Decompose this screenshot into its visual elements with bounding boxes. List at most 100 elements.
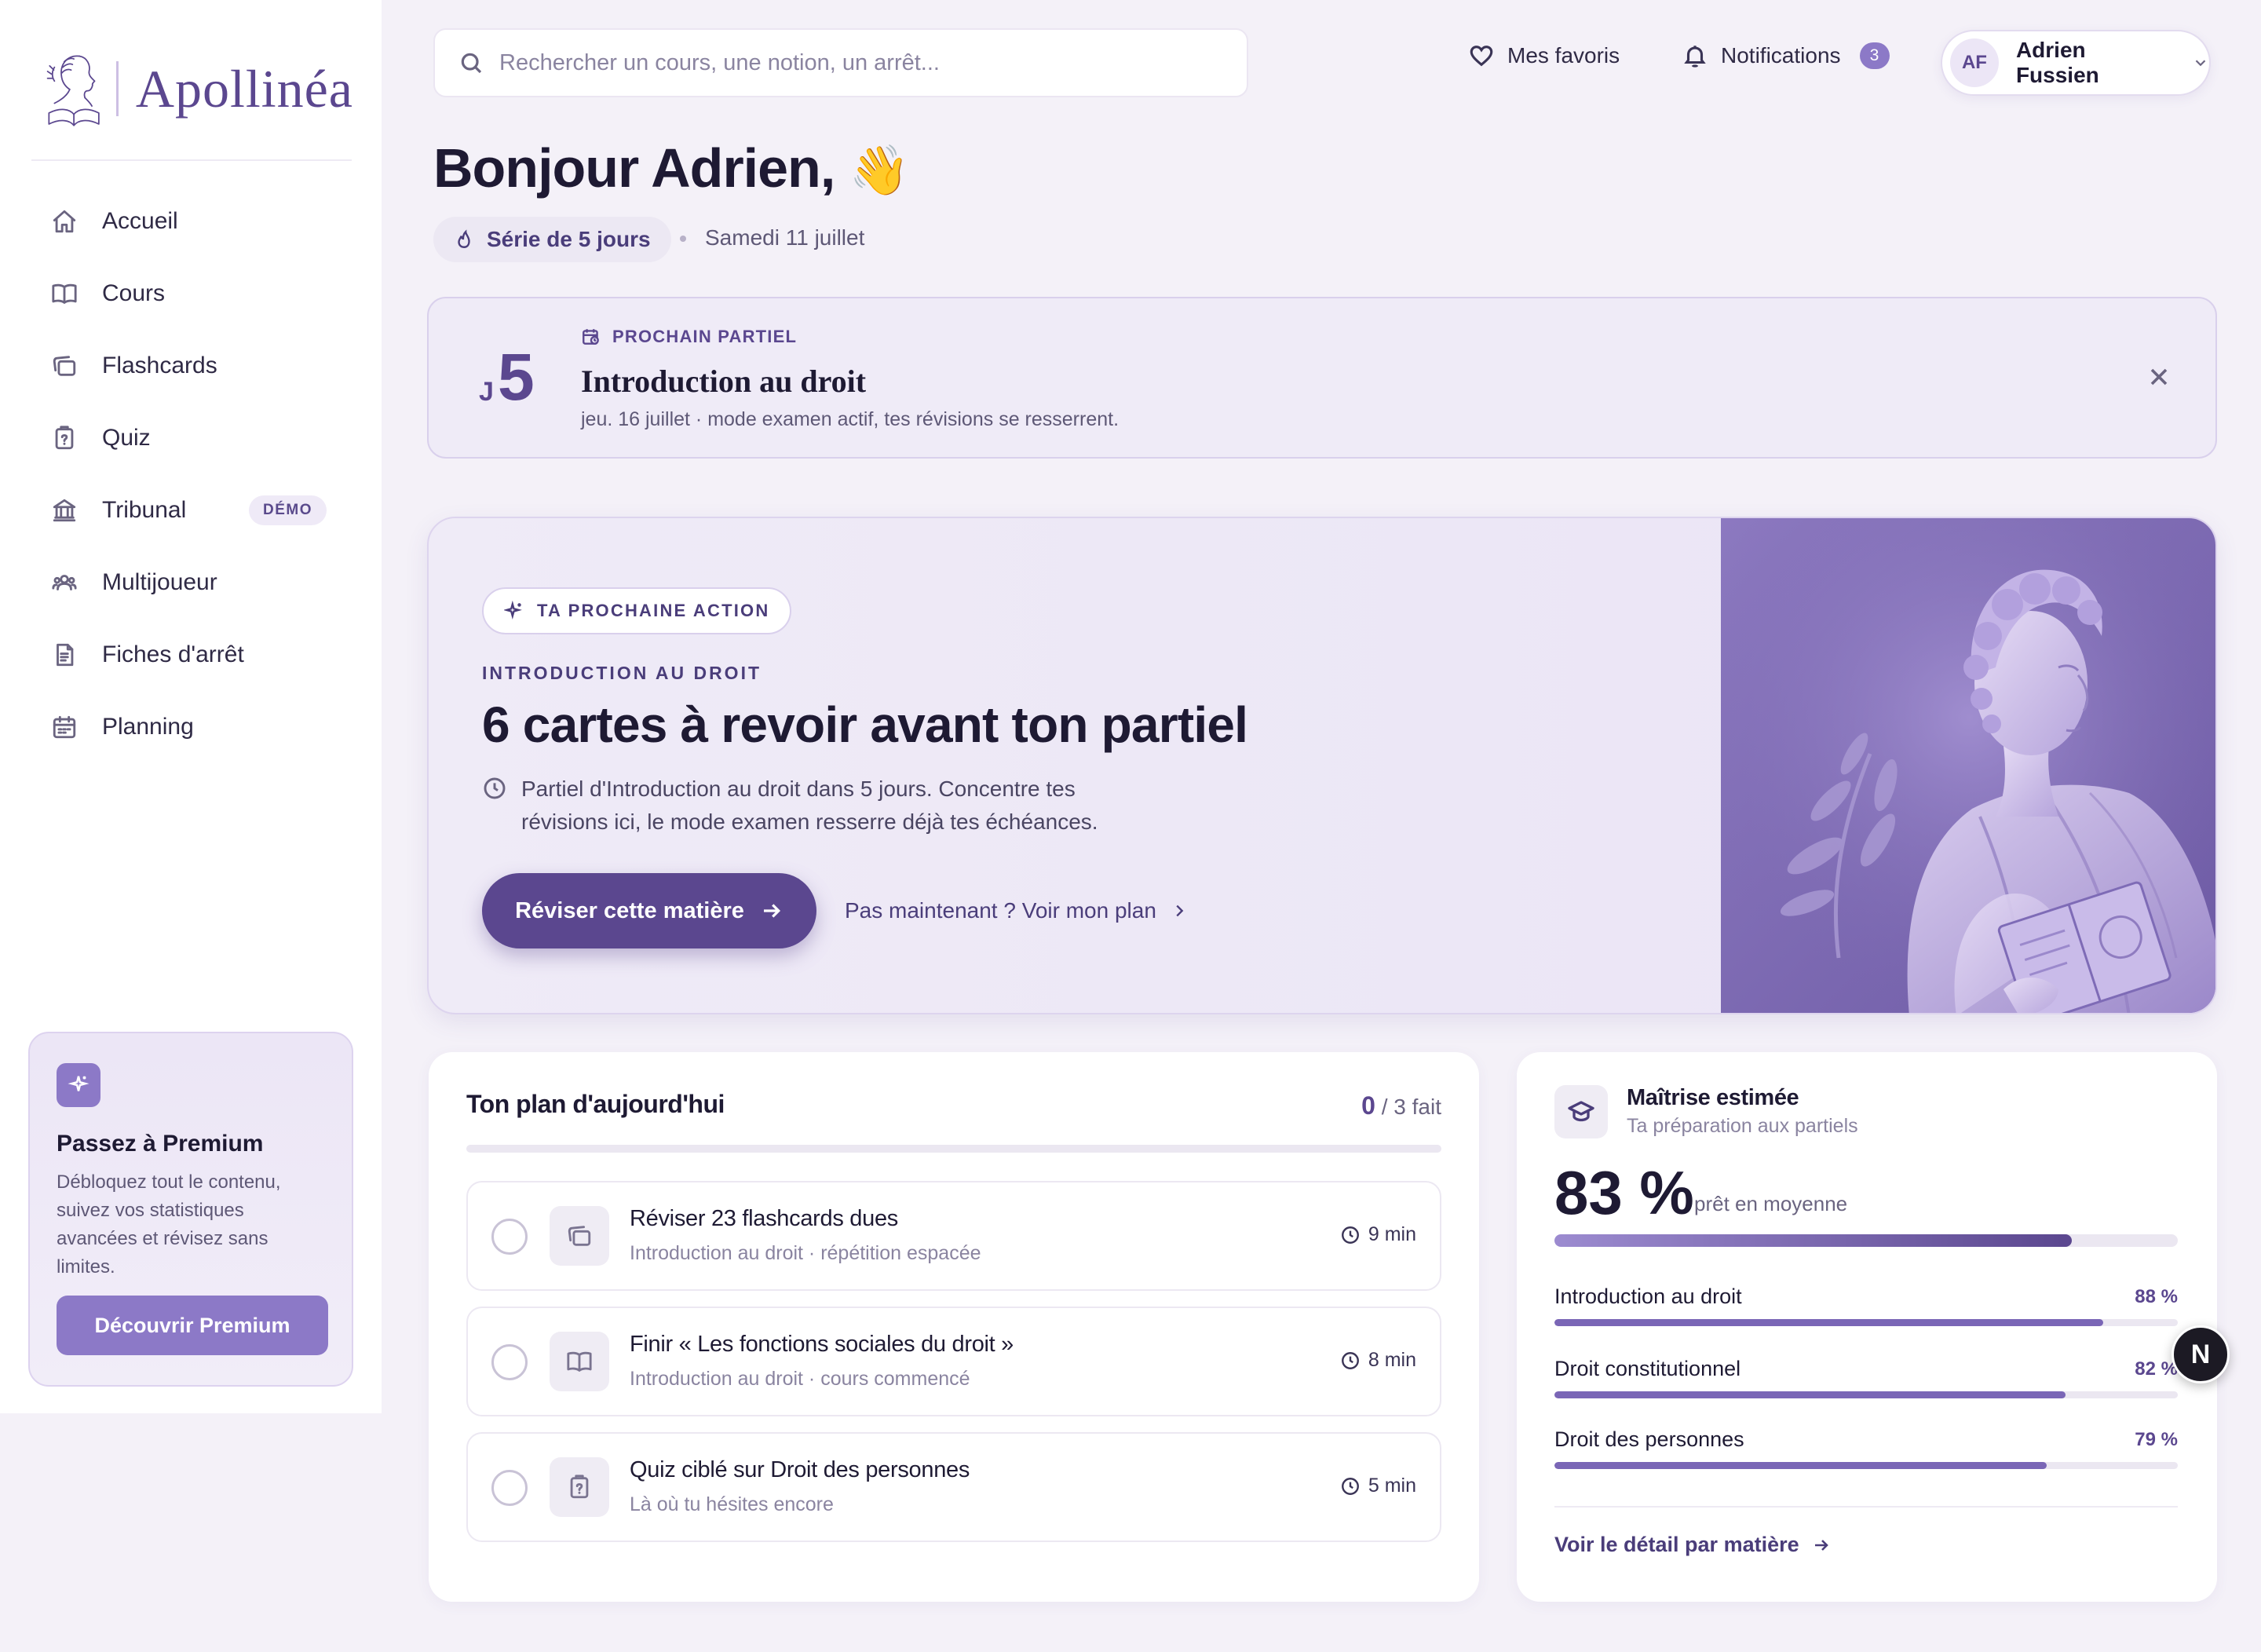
task-duration: 9 min (1340, 1223, 1416, 1246)
task-subtitle: Introduction au droit · cours commencé (630, 1368, 970, 1390)
search-bar[interactable] (433, 28, 1248, 97)
arrow-right-icon (763, 904, 780, 918)
sidebar: Apollinéa Accueil Cours Flashcards Quiz (0, 0, 382, 1413)
notifications-button[interactable]: Notifications 3 (1682, 42, 1890, 69)
close-button[interactable] (2145, 363, 2173, 391)
see-plan-label: Pas maintenant ? Voir mon plan (845, 898, 1156, 923)
subject-name: Introduction au droit (1554, 1285, 1742, 1308)
chevron-down-icon (2195, 60, 2206, 67)
subject-progress-bar (1554, 1391, 2178, 1398)
separator-dot (680, 236, 686, 242)
sidebar-item-quiz[interactable]: Quiz (31, 402, 352, 474)
brand-logo[interactable]: Apollinéa (39, 41, 353, 137)
sidebar-nav: Accueil Cours Flashcards Quiz Tribunal D… (31, 185, 352, 763)
search-input[interactable] (499, 49, 1206, 76)
see-plan-link[interactable]: Pas maintenant ? Voir mon plan (845, 898, 1188, 923)
sidebar-item-planning[interactable]: Planning (31, 691, 352, 763)
see-subject-details-link[interactable]: Voir le détail par matière (1554, 1533, 1831, 1557)
flashcards-icon (550, 1206, 609, 1266)
search-icon (461, 53, 482, 74)
task-checkbox[interactable] (491, 1219, 528, 1255)
subject-name: Droit constitutionnel (1554, 1357, 1741, 1380)
hero-title: 6 cartes à revoir avant ton partiel (482, 696, 1248, 753)
quiz-icon (550, 1457, 609, 1517)
sidebar-item-accueil[interactable]: Accueil (31, 185, 352, 258)
sidebar-item-label: Multijoueur (102, 569, 217, 595)
clock-icon (1341, 1226, 1359, 1244)
daily-plan-title: Ton plan d'aujourd'hui (466, 1090, 725, 1118)
subject-progress-fill (1554, 1462, 2047, 1469)
home-icon (50, 207, 79, 236)
user-menu[interactable]: AF Adrien Fussien (1941, 30, 2211, 96)
subject-name: Droit des personnes (1554, 1427, 1744, 1451)
plan-task[interactable]: Réviser 23 flashcards dues Introduction … (466, 1181, 1441, 1291)
chevron-right-icon (1176, 905, 1184, 917)
task-duration-label: 5 min (1368, 1475, 1416, 1497)
subject-mastery-row: Droit des personnes 79 % (1554, 1427, 2178, 1475)
task-title: Réviser 23 flashcards dues (630, 1206, 898, 1231)
demo-badge: DÉMO (249, 495, 327, 525)
sidebar-item-flashcards[interactable]: Flashcards (31, 330, 352, 402)
book-icon (50, 280, 79, 308)
task-duration: 8 min (1340, 1349, 1416, 1372)
task-checkbox[interactable] (491, 1344, 528, 1380)
exam-eyebrow: PROCHAIN PARTIEL (581, 327, 797, 347)
subject-progress-bar (1554, 1319, 2178, 1326)
user-name: Adrien Fussien (2015, 38, 2099, 87)
mastery-caption: prêt en moyenne (1694, 1192, 1848, 1215)
sidebar-item-label: Planning (102, 714, 194, 740)
task-title: Quiz ciblé sur Droit des personnes (630, 1457, 970, 1482)
graduation-cap-icon (1554, 1085, 1608, 1138)
mastery-subtitle: Ta préparation aux partiels (1627, 1115, 1858, 1137)
heart-icon (1470, 46, 1493, 67)
exam-eyebrow-label: PROCHAIN PARTIEL (612, 327, 798, 346)
plan-task[interactable]: Quiz ciblé sur Droit des personnes Là où… (466, 1432, 1441, 1542)
next-action-pill: TA PROCHAINE ACTION (482, 587, 792, 634)
task-checkbox[interactable] (491, 1470, 528, 1506)
apollo-logo-icon (46, 55, 100, 126)
book-icon (550, 1332, 609, 1391)
mastery-divider (1554, 1506, 2178, 1508)
daily-plan-counter: 0 / 3 fait (1361, 1091, 1441, 1120)
avatar: AF (1950, 38, 1999, 87)
calendar-clock-icon (583, 329, 599, 345)
sidebar-item-cours[interactable]: Cours (31, 258, 352, 330)
premium-description: Débloquez tout le contenu, suivez vos st… (57, 1171, 281, 1277)
sidebar-item-label: Flashcards (102, 353, 217, 378)
subject-progress-bar (1554, 1462, 2178, 1469)
sparkles-icon (57, 1063, 100, 1107)
sidebar-item-multijoueur[interactable]: Multijoueur (31, 546, 352, 619)
dev-tools-badge[interactable]: N (2172, 1325, 2230, 1383)
countdown-prefix: J (479, 377, 494, 407)
task-subtitle: Là où tu hésites encore (630, 1493, 834, 1515)
mastery-title: Maîtrise estimée (1627, 1085, 1799, 1110)
clock-icon (1341, 1351, 1359, 1369)
flashcards-icon (50, 352, 79, 380)
users-icon (50, 568, 79, 597)
see-subject-details-label: Voir le détail par matière (1554, 1533, 1799, 1556)
mastery-progress-fill (1554, 1234, 2073, 1247)
plan-task[interactable]: Finir « Les fonctions sociales du droit … (466, 1307, 1441, 1416)
favorites-label: Mes favoris (1507, 43, 1620, 68)
sidebar-item-fiches-arret[interactable]: Fiches d'arrêt (31, 619, 352, 691)
quiz-icon (50, 424, 79, 452)
favorites-link[interactable]: Mes favoris (1468, 42, 1620, 69)
premium-title: Passez à Premium (57, 1131, 264, 1157)
total-label: / 3 fait (1381, 1095, 1441, 1119)
sidebar-item-label: Tribunal (102, 497, 187, 523)
greeting-text: Bonjour Adrien, (433, 137, 835, 199)
courthouse-icon (50, 496, 79, 524)
document-icon (50, 641, 79, 669)
sidebar-item-label: Quiz (102, 425, 151, 451)
mastery-percentage: 83 % (1554, 1158, 1694, 1227)
revise-subject-button[interactable]: Réviser cette matière (482, 873, 816, 948)
clock-icon (1341, 1477, 1359, 1495)
sparkles-icon (504, 601, 522, 620)
subject-percentage: 82 % (2135, 1358, 2178, 1380)
subject-mastery-row: Droit constitutionnel 82 % (1554, 1357, 2178, 1404)
sidebar-item-tribunal[interactable]: Tribunal DÉMO (31, 474, 352, 546)
sidebar-item-label: Cours (102, 280, 166, 306)
brand-name: Apollinéa (135, 58, 353, 119)
discover-premium-button[interactable]: Découvrir Premium (57, 1296, 328, 1355)
premium-card: Passez à Premium Débloquez tout le conte… (28, 1032, 353, 1387)
